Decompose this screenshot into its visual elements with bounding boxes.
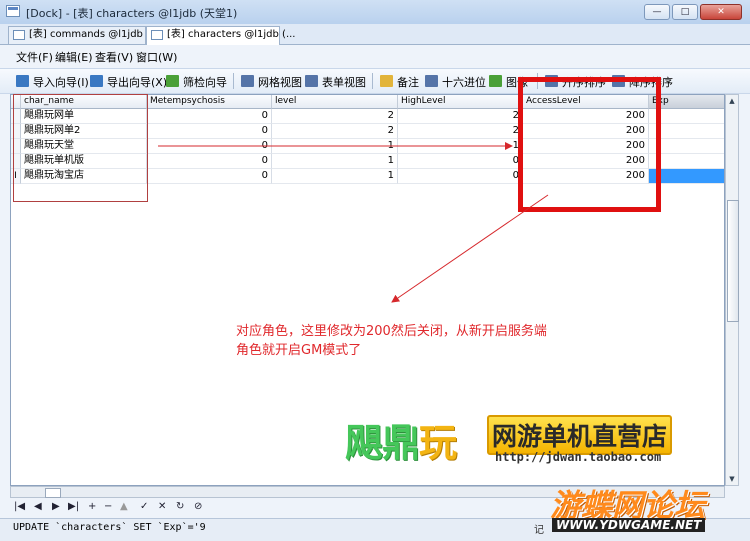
annotation-line-2: 角色就开启GM模式了 xyxy=(236,343,362,358)
annotation-line-1: 对应角色，这里修改为200然后关闭，从新开启服务端 xyxy=(236,324,547,339)
app-window: [Dock] - [表] characters @l1jdb (天堂1) — □… xyxy=(0,0,750,541)
brand-shop: 网游单机直营店 xyxy=(487,415,673,455)
note-arrow xyxy=(391,194,549,303)
brand-name: 飓鼎玩 xyxy=(345,421,457,465)
watermark-url: WWW.YDWGAME.NET xyxy=(552,518,706,532)
watermark: 游蝶网论坛 WWW.YDWGAME.NET xyxy=(538,478,744,536)
brand-url: http://jdwan.taobao.com xyxy=(495,450,662,464)
